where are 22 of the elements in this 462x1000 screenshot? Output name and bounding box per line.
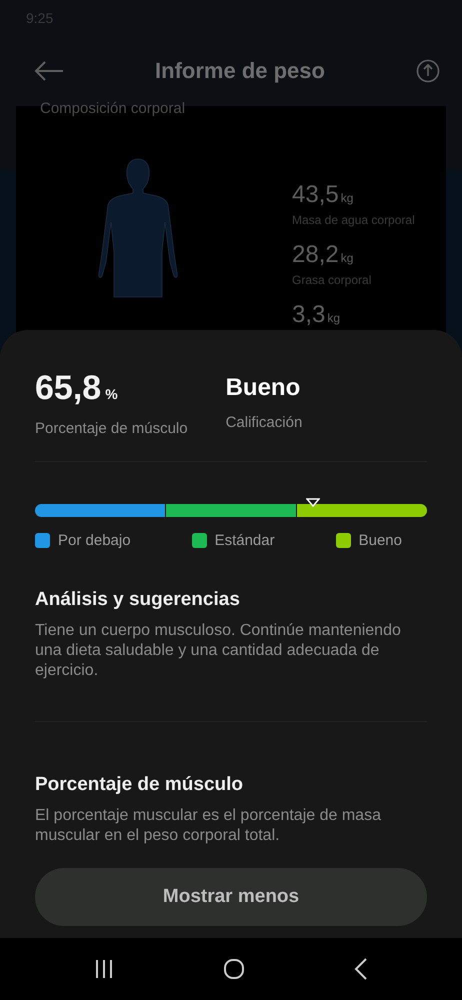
legend-label: Por debajo [58, 532, 131, 549]
rating-value: Bueno [226, 373, 302, 403]
recent-apps-icon[interactable] [94, 959, 114, 979]
metric-label: Grasa corporal [292, 273, 372, 287]
metric-value: 43,5 kg [292, 181, 354, 209]
value-label: Porcentaje de músculo [35, 420, 188, 437]
muscle-percentage-value: 65,8% [35, 368, 119, 409]
rating-label: Calificación [226, 414, 302, 431]
legend-label: Bueno [358, 532, 402, 549]
window-title: Informe de peso [155, 58, 325, 84]
legend-label: Estándar [214, 532, 275, 549]
section-text: El porcentaje muscular es el porcentaje de masa muscular en el peso corporal total. [35, 806, 382, 846]
card-title: Composición corporal [40, 100, 186, 117]
section-title: Análisis y sugerencias [35, 589, 241, 611]
show-less-button[interactable]: Mostrar menos [35, 868, 427, 926]
metric-value: 3,3 kg [292, 301, 342, 329]
metric-value: 28,2 kg [292, 241, 354, 269]
section-title: Porcentaje de músculo [35, 774, 244, 796]
home-icon[interactable] [222, 958, 245, 980]
share-icon[interactable] [416, 59, 440, 83]
section-text: Tiene un cuerpo musculoso. Continúe manteniendo una dieta saludable y una cantidad adecuada de ejercicio. [35, 621, 402, 681]
metric-label: Masa de agua corporal [292, 213, 415, 227]
